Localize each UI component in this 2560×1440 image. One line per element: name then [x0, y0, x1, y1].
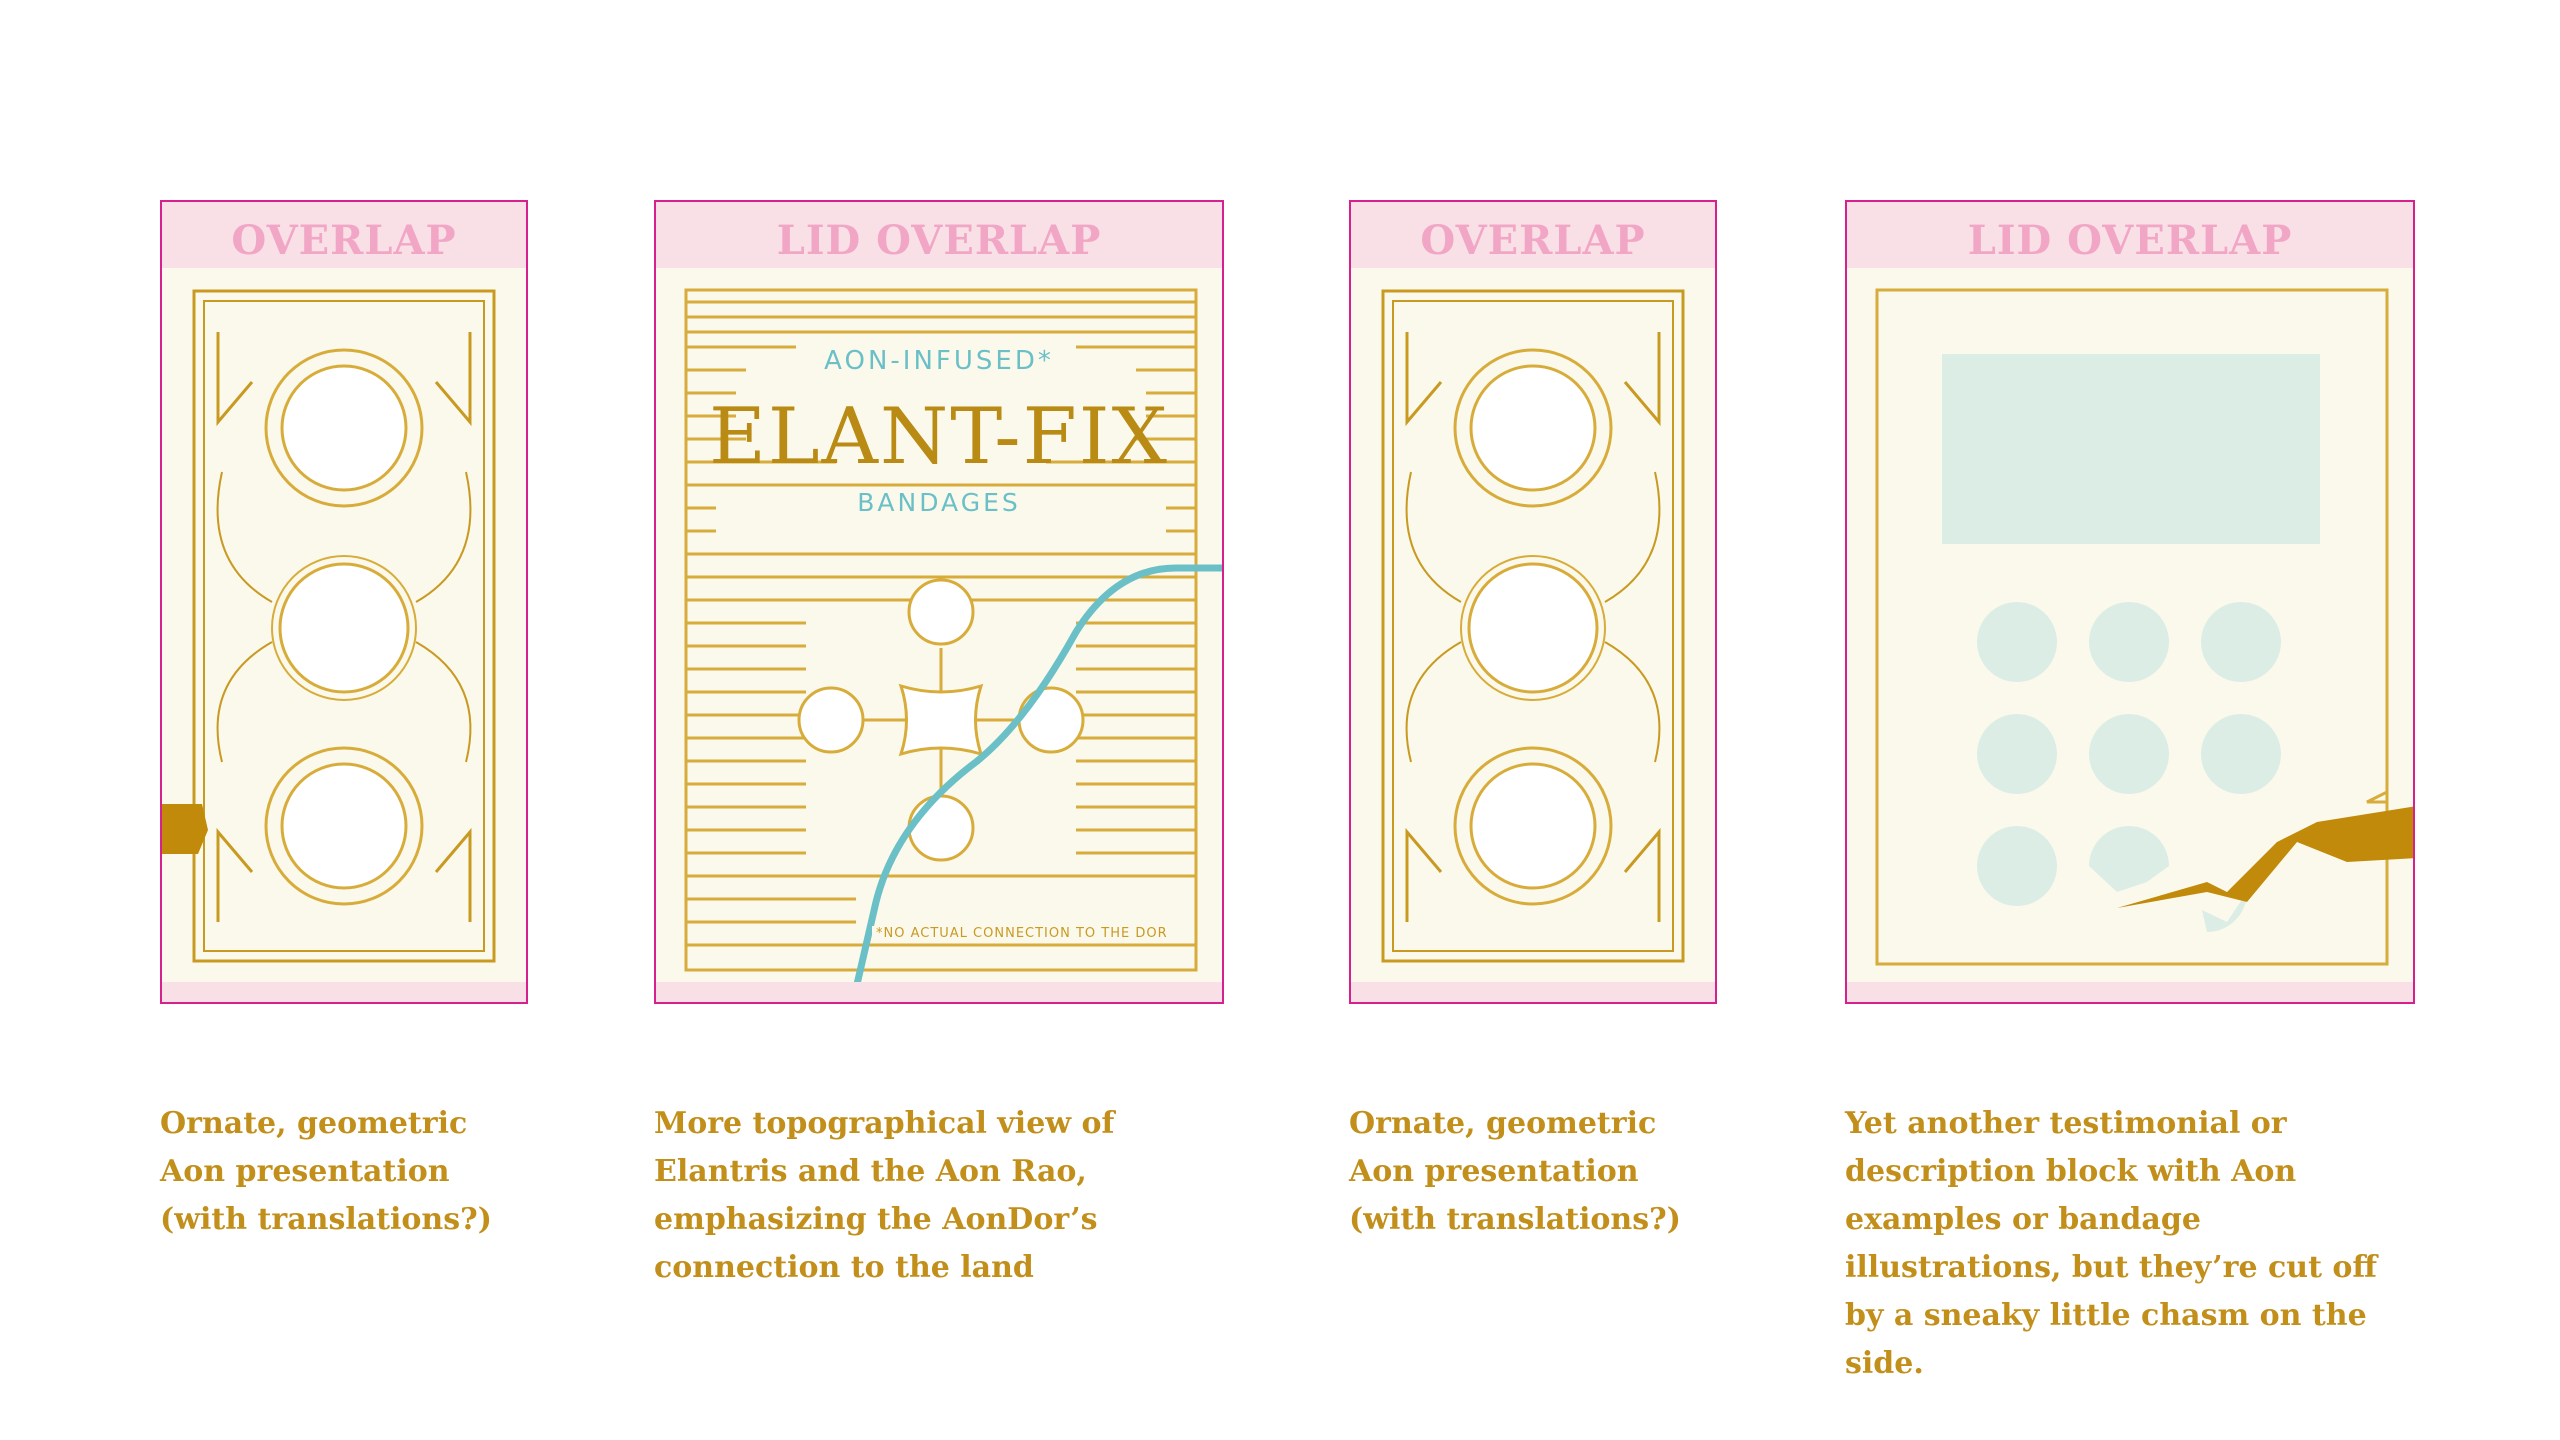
overlap-bottom-band	[1351, 982, 1715, 1002]
chasm-fragment	[162, 804, 208, 854]
panel-overlap-1: OVERLAP	[160, 200, 528, 1004]
caption-ornate-aon-1: Ornate, geometric Aon presentation (with…	[160, 1106, 492, 1237]
panel-lid-overlap-elantfix: LID OVERLAP AON-INFUSED* ELANT-FIX BANDA…	[654, 200, 1224, 1004]
caption-testimonial: Yet another testimonial or description b…	[1845, 1106, 2378, 1381]
elantfix-title: ELANT-FIX	[708, 392, 1170, 482]
ornate-aon-illustration	[1381, 289, 1685, 963]
lid-overlap-bottom-band	[656, 982, 1222, 1002]
caption-ornate-aon-2: Ornate, geometric Aon presentation (with…	[1349, 1106, 1681, 1237]
aon-infused-kicker: AON-INFUSED*	[824, 346, 1054, 376]
lid-overlap-bottom-band	[1847, 982, 2413, 1002]
topographic-aon-illustration	[684, 288, 1222, 1002]
caption-topographical: More topographical view of Elantris and …	[654, 1106, 1115, 1285]
testimonial-illustration	[1875, 288, 2413, 966]
footnote: *NO ACTUAL CONNECTION TO THE DOR	[872, 926, 1172, 941]
overlap-bottom-band	[162, 982, 526, 1002]
panel-overlap-2: OVERLAP	[1349, 200, 1717, 1004]
image-placeholder	[1942, 354, 2320, 544]
bandages-subtitle: BANDAGES	[857, 488, 1021, 517]
panel-lid-overlap-testimonial: LID OVERLAP	[1845, 200, 2415, 1004]
ornate-aon-illustration	[162, 289, 496, 963]
